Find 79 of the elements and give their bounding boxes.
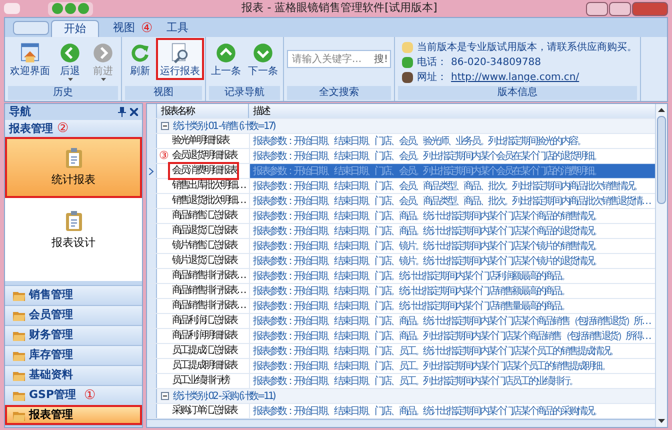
folder-icon (13, 330, 25, 340)
close-icon[interactable] (130, 108, 138, 116)
minimize-button[interactable] (586, 2, 608, 16)
search-button[interactable]: 搜! (372, 52, 390, 66)
annotation-number: ③ (159, 149, 169, 163)
nav-folder[interactable]: GSP管理 ① (5, 385, 142, 405)
ribbon-tab[interactable]: 工具 (154, 20, 201, 37)
toolbar-button[interactable]: 欢迎界面 (8, 40, 52, 78)
nav-folder[interactable]: 会员管理 (5, 305, 142, 325)
info-label: 网址： (417, 71, 447, 84)
window-title: 报表 - 蓝格眼镜销售管理软件[试用版本] (240, 0, 438, 16)
caret-icon (68, 78, 72, 81)
annotation-number: ④ (141, 20, 153, 37)
ribbon-group-label: 视图 (125, 86, 202, 100)
toolbar-button[interactable]: 运行报表 (158, 40, 202, 78)
table-cell-text: 会员退货明细报表 (171, 149, 237, 163)
pin-icon[interactable] (118, 107, 126, 117)
table-cell-text: 商品退货汇总报表 (171, 224, 237, 238)
table-cell-text: 销售退货批次明细… (171, 194, 245, 208)
nav-folder[interactable]: 财务管理 (5, 325, 142, 345)
ribbon-tab[interactable]: 开始 (51, 20, 99, 37)
ribbon-group-label: 全文搜索 (287, 86, 391, 100)
folder-icon (13, 390, 25, 400)
scrollbar[interactable] (655, 104, 667, 427)
column-header[interactable]: 报表名称 (157, 104, 249, 118)
app-menu-button[interactable] (13, 21, 49, 35)
table-cell-text: 销售出库批次明细… (171, 179, 245, 193)
table-cell: 报表参数：开始日期、结束日期、门店、会员。列出指定期间内某个会员在某个门店的消费明细。 (249, 164, 655, 178)
search-field[interactable]: 请输入关键字... 搜! (287, 50, 391, 68)
scroll-thumb[interactable] (657, 116, 666, 204)
maximize-button[interactable] (609, 2, 631, 16)
table-cell-text: 商品销售排行报表… (171, 269, 245, 283)
folder-icon (13, 370, 25, 380)
home-icon (18, 42, 42, 64)
table-cell-text: 验光单明细报表 (171, 134, 229, 148)
panel-title: 导航 (9, 104, 32, 120)
table-cell-text: 员工提成明细报表 (171, 359, 237, 373)
folder-icon (13, 350, 25, 360)
ribbon-group-label: 版本信息 (398, 86, 637, 100)
info-text: 当前版本是专业版试用版本，请联系供应商购买。 (417, 41, 637, 54)
annotation-number: ① (84, 386, 96, 405)
toolbar-button[interactable]: 后退 (55, 40, 85, 81)
table-cell-text: 商品销售排行报表… (171, 284, 245, 298)
table-cell-text: 商品销售汇总报表 (171, 209, 237, 223)
collapse-icon[interactable] (161, 392, 169, 400)
clipboard-icon (64, 146, 84, 169)
ribbon-group-label: 记录导航 (209, 86, 280, 100)
table-cell-text: 商品利润明细报表 (171, 329, 237, 343)
toolbar-button[interactable]: 刷新 (125, 40, 155, 78)
table-cell-text: 员工业绩排行榜 (171, 374, 229, 388)
website-link[interactable]: http://www.lange.com.cn/ (451, 71, 580, 84)
nav-folder[interactable]: 基础资料 (5, 365, 142, 385)
info-text: 86-020-34809788 (451, 56, 541, 69)
nav-item[interactable]: 统计报表 (7, 139, 140, 196)
toolbar-button[interactable]: 下一条 (246, 40, 280, 78)
caret-icon (100, 78, 106, 81)
nav-folder[interactable]: 库存管理 (5, 345, 142, 365)
column-header[interactable]: 描述 (249, 104, 655, 118)
table-cell-text: 镜片销售汇总报表 (171, 239, 237, 253)
nav-folder[interactable]: 报表管理 (5, 405, 142, 425)
annotation-number: ② (57, 120, 69, 138)
table-cell-text: 员工提成汇总报表 (171, 344, 237, 358)
table-cell-text: 镜片退货汇总报表 (171, 254, 237, 268)
ribbon-group-label: 历史 (8, 86, 118, 100)
nav-folder[interactable]: 销售管理 (5, 285, 142, 305)
toolbar-button[interactable]: 上一条 (209, 40, 243, 78)
collapse-icon[interactable] (161, 122, 169, 130)
table-cell: 会员消费明细报表 (170, 164, 237, 178)
table-cell-text: 采购订单汇总报表 (171, 404, 237, 418)
folder-icon (13, 410, 25, 420)
folder-icon (13, 310, 25, 320)
table-cell-text: 商品利润汇总报表 (171, 314, 237, 328)
clipboard-icon (64, 210, 84, 232)
info-label: 电话： (417, 56, 447, 69)
section-header: 报表管理 (9, 120, 53, 137)
close-button[interactable] (632, 2, 668, 16)
row-pointer-icon (149, 168, 154, 174)
table-cell-text: 商品销售排行报表… (171, 299, 245, 313)
folder-icon (13, 290, 25, 300)
